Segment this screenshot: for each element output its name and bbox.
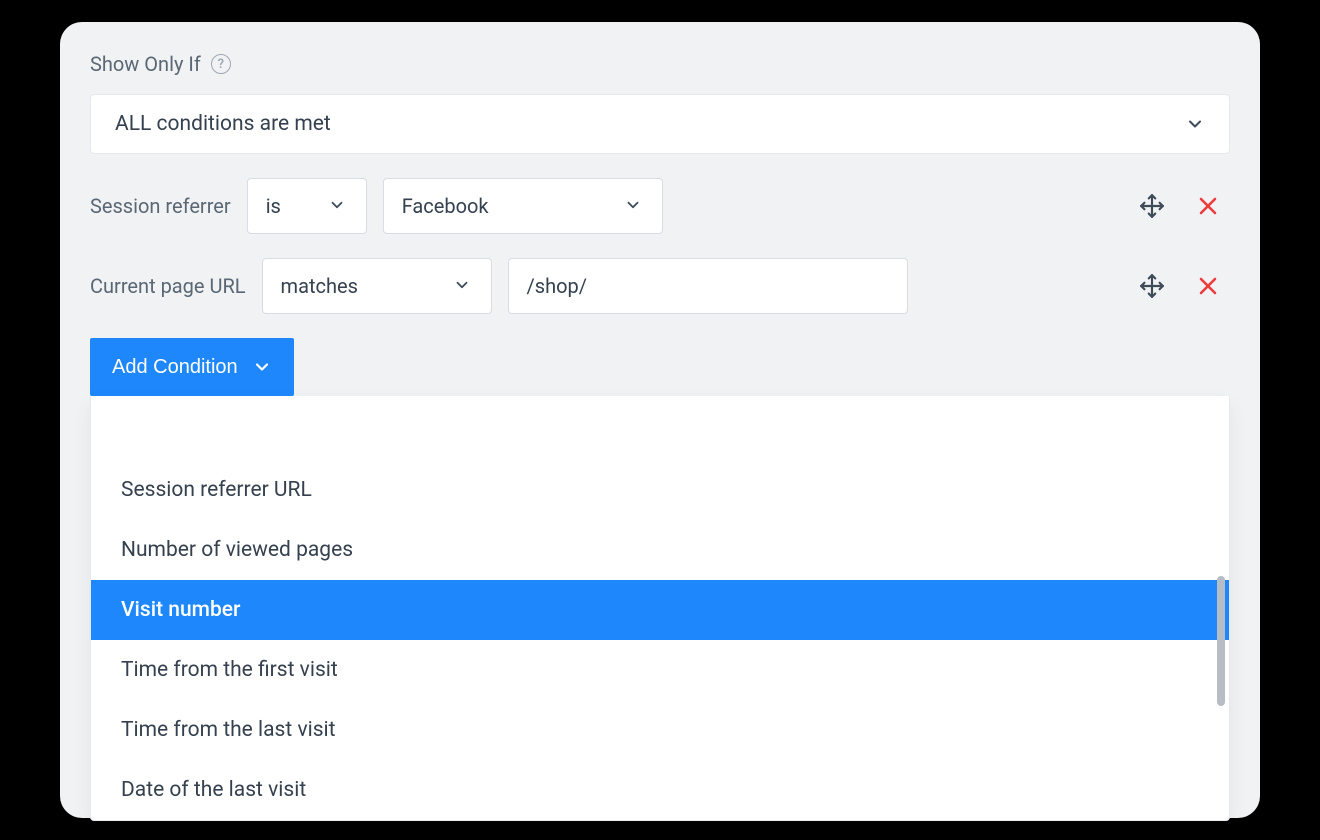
chevron-down-icon (453, 276, 473, 296)
chevron-down-icon (1185, 114, 1205, 134)
value-select[interactable]: Facebook (383, 178, 663, 234)
dropdown-item-label: Visit number (121, 598, 240, 622)
scrollbar[interactable] (1217, 576, 1225, 706)
value-input-value: /shop/ (527, 274, 587, 298)
value-input[interactable]: /shop/ (508, 258, 908, 314)
dropdown-item[interactable]: Number of viewed pages (91, 520, 1229, 580)
add-condition-dropdown: Session referrer URL Number of viewed pa… (90, 396, 1230, 821)
row-actions (1138, 192, 1230, 220)
condition-field-label: Current page URL (90, 274, 246, 298)
dropdown-item-label: Number of viewed pages (121, 538, 353, 562)
condition-row: Session referrer is Facebook (90, 178, 1230, 234)
section-title-row: Show Only If ? (90, 52, 1230, 76)
move-icon[interactable] (1138, 272, 1166, 300)
operator-value: matches (281, 274, 358, 298)
condition-field-label: Session referrer (90, 194, 231, 218)
operator-select[interactable]: is (247, 178, 367, 234)
dropdown-item-label: Time from the first visit (121, 658, 338, 682)
add-condition-button[interactable]: Add Condition (90, 338, 294, 396)
dropdown-item-label: Session referrer URL (121, 478, 312, 502)
operator-select[interactable]: matches (262, 258, 492, 314)
dropdown-spacer (91, 396, 1229, 460)
chevron-down-icon (252, 357, 272, 377)
chevron-down-icon (328, 196, 348, 216)
value-select-value: Facebook (402, 194, 489, 218)
dropdown-item[interactable]: Time from the last visit (91, 700, 1229, 760)
dropdown-item[interactable]: Visit number (91, 580, 1229, 640)
dropdown-item[interactable]: Time from the first visit (91, 640, 1229, 700)
dropdown-item-label: Date of the last visit (121, 778, 306, 802)
dropdown-item-label: Time from the last visit (121, 718, 336, 742)
add-condition-wrap: Add Condition Session referrer URL Numbe… (90, 314, 1230, 821)
condition-row: Current page URL matches /shop/ (90, 258, 1230, 314)
dropdown-item[interactable]: Date of the last visit (91, 760, 1229, 820)
remove-icon[interactable] (1194, 272, 1222, 300)
add-condition-label: Add Condition (112, 356, 238, 379)
chevron-down-icon (624, 196, 644, 216)
condition-mode-value: ALL conditions are met (115, 112, 331, 136)
help-icon[interactable]: ? (211, 54, 231, 74)
section-title: Show Only If (90, 52, 201, 76)
remove-icon[interactable] (1194, 192, 1222, 220)
conditions-panel: Show Only If ? ALL conditions are met Se… (60, 22, 1260, 818)
operator-value: is (266, 194, 281, 218)
dropdown-item[interactable]: Session referrer URL (91, 460, 1229, 520)
condition-mode-select[interactable]: ALL conditions are met (90, 94, 1230, 154)
row-actions (1138, 272, 1230, 300)
move-icon[interactable] (1138, 192, 1166, 220)
